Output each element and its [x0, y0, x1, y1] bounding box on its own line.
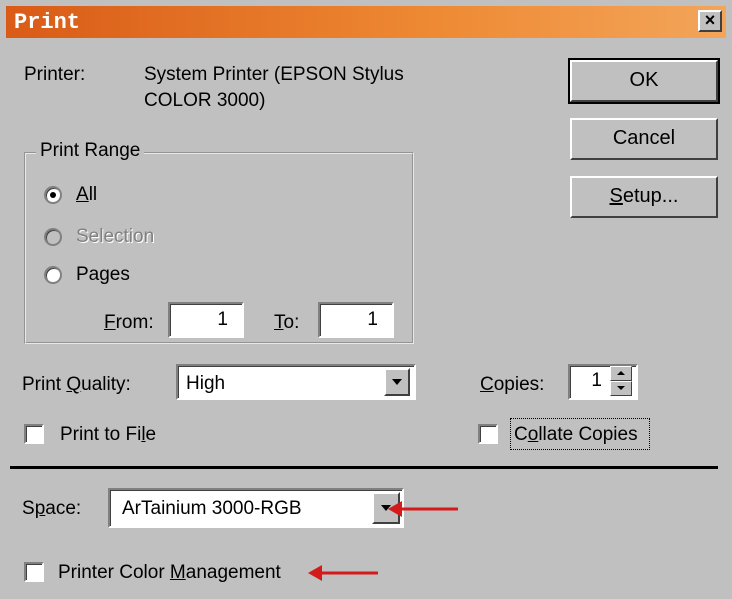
from-field[interactable]: 1 [168, 302, 244, 338]
arrow-down-icon [617, 386, 625, 390]
space-rest: ace: [45, 498, 82, 519]
dialog-title: Print [14, 10, 81, 35]
quality-rest: uality: [81, 374, 131, 395]
collate-copies-checkbox[interactable] [478, 424, 498, 444]
arrow-annotation-color-management-icon [308, 565, 378, 581]
arrow-annotation-space-icon [388, 501, 458, 517]
radio-all[interactable] [44, 186, 62, 204]
copies-spinner[interactable] [610, 366, 634, 398]
ok-button[interactable]: OK [568, 58, 720, 104]
copies-label: Copies: [480, 374, 544, 396]
radio-pages-label[interactable]: Pages [76, 264, 130, 286]
space-mnemonic: p [34, 498, 46, 519]
printer-name-line1: System Printer (EPSON Stylus [144, 64, 404, 85]
color-management-checkbox[interactable] [24, 562, 44, 582]
spin-up-button[interactable] [610, 366, 632, 381]
arrow-head [388, 501, 402, 517]
cancel-button[interactable]: Cancel [570, 118, 718, 160]
arrow-head [308, 565, 322, 581]
color-management-label[interactable]: Printer Color Management [58, 562, 281, 584]
print-quality-select[interactable]: High [176, 364, 416, 400]
copies-mnemonic: C [480, 374, 494, 395]
title-bar[interactable]: Print × [6, 6, 726, 38]
to-field[interactable]: 1 [318, 302, 394, 338]
space-pre: S [22, 498, 35, 519]
printer-label: Printer: [24, 64, 86, 85]
arrow-up-icon [617, 371, 625, 375]
quality-mnemonic: Q [66, 374, 82, 395]
quality-pre: Print [22, 374, 67, 395]
radio-selection [44, 228, 62, 246]
close-icon: × [704, 10, 716, 30]
from-rest: rom: [115, 312, 154, 333]
print-quality-value: High [186, 373, 226, 394]
all-mnemonic: A [76, 184, 89, 205]
from-label: From: [104, 312, 154, 334]
print-to-file-checkbox[interactable] [24, 424, 44, 444]
divider [10, 466, 718, 469]
print-dialog: Print × Printer: System Printer (EPSON S… [0, 0, 732, 599]
ptf-rest: e [145, 424, 157, 445]
collate-copies-label[interactable]: Collate Copies [514, 424, 638, 446]
close-button[interactable]: × [698, 10, 722, 32]
setup-mnemonic: S [609, 185, 623, 207]
printer-name-line2: COLOR 3000) [144, 90, 266, 111]
radio-pages[interactable] [44, 266, 62, 284]
cm-mnemonic: M [169, 562, 186, 583]
ptf-pre: Print to Fi [60, 424, 142, 445]
collate-pre: C [514, 424, 528, 445]
cm-rest: anagement [185, 562, 281, 583]
space-select[interactable]: ArTainium 3000-RGB [108, 488, 404, 528]
collate-rest: llate Copies [538, 424, 638, 445]
collate-mnemonic: o [527, 424, 539, 445]
to-mnemonic: T [274, 312, 284, 333]
from-mnemonic: F [104, 312, 116, 333]
radio-selection-label: Selection [76, 226, 155, 247]
print-quality-dropdown-button[interactable] [384, 368, 410, 396]
to-rest: o: [283, 312, 300, 333]
space-label: Space: [22, 498, 81, 520]
all-rest: ll [88, 184, 98, 205]
cm-pre: Printer Color [58, 562, 170, 583]
print-quality-label: Print Quality: [22, 374, 131, 396]
print-to-file-label[interactable]: Print to File [60, 424, 156, 446]
radio-all-label[interactable]: All [76, 184, 97, 206]
to-label: To: [274, 312, 299, 334]
radio-selected-dot [50, 192, 56, 198]
spin-down-button[interactable] [610, 381, 632, 396]
space-value: ArTainium 3000-RGB [122, 498, 302, 519]
chevron-down-icon [392, 379, 402, 385]
setup-button[interactable]: Setup... [570, 176, 718, 218]
copies-rest: opies: [493, 374, 545, 395]
print-range-legend: Print Range [36, 140, 145, 162]
setup-rest: etup... [622, 185, 679, 207]
